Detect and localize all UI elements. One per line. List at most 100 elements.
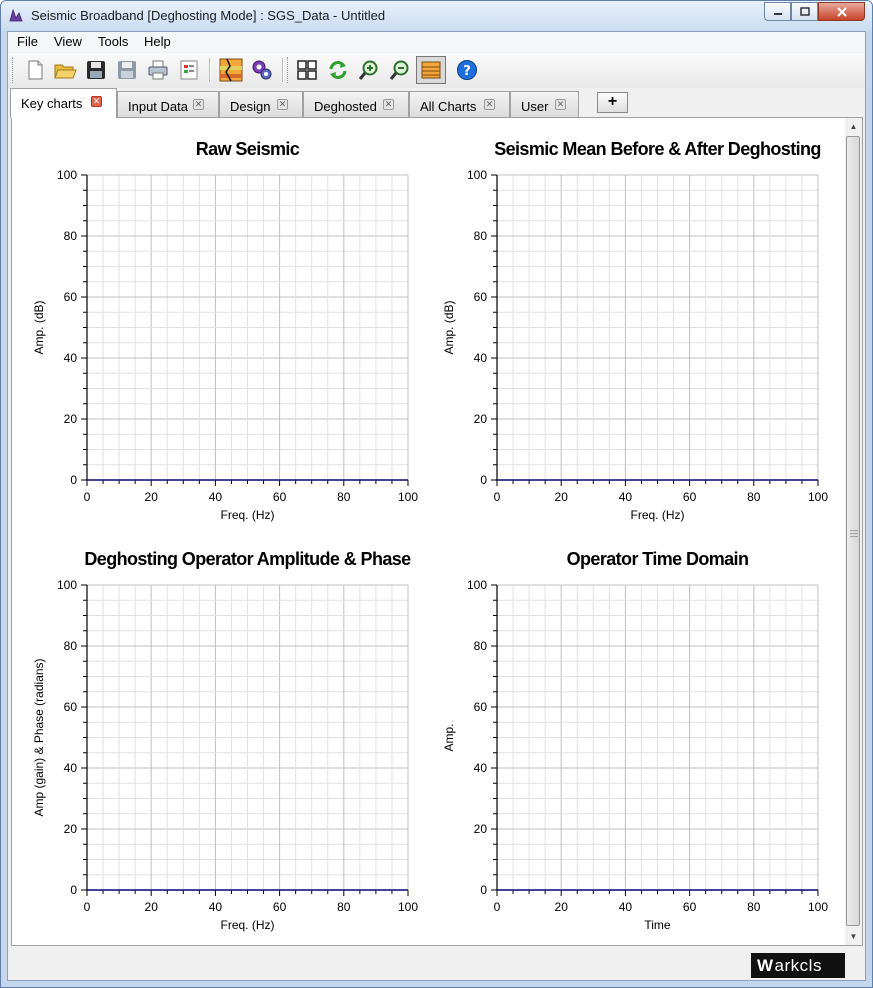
x-tick-label: 60 <box>273 490 287 504</box>
save-button[interactable] <box>83 57 109 83</box>
chart-svg: Deghosting Operator Amplitude & Phase 0 20… <box>32 549 418 932</box>
y-axis-label: Amp (gain) & Phase (radians) <box>32 658 46 816</box>
tab-close-icon[interactable]: ✕ <box>277 99 288 110</box>
print-button[interactable] <box>145 57 171 83</box>
y-axis-label: Amp. (dB) <box>442 300 456 354</box>
x-tick-label: 40 <box>619 490 633 504</box>
minimize-button[interactable] <box>764 2 791 21</box>
toolbar-separator <box>282 58 284 82</box>
save-as-button[interactable] <box>114 57 140 83</box>
tab-all-charts[interactable]: All Charts ✕ <box>409 91 510 117</box>
report-icon <box>180 60 198 80</box>
y-tick-label: 20 <box>474 822 488 836</box>
help-button[interactable]: ? <box>454 57 480 83</box>
zoom-in-icon <box>358 60 378 80</box>
toolbar-grip[interactable] <box>12 57 16 83</box>
y-axis-label: Amp. (dB) <box>32 300 46 354</box>
plus-icon: + <box>607 93 618 110</box>
y-tick-label: 100 <box>467 168 487 182</box>
panel-view-button[interactable] <box>416 56 446 84</box>
y-tick-label: 40 <box>64 351 78 365</box>
tab-close-icon[interactable]: ✕ <box>555 99 566 110</box>
y-tick-label: 80 <box>474 639 488 653</box>
panel-view-icon <box>421 61 441 79</box>
tab-close-icon[interactable]: ✕ <box>91 96 102 107</box>
scroll-thumb[interactable]: ― ― ― <box>846 136 860 926</box>
x-tick-label: 80 <box>747 900 761 914</box>
x-tick-label: 20 <box>555 900 569 914</box>
close-button[interactable] <box>818 2 865 21</box>
seismic-design-icon <box>219 58 243 82</box>
seismic-design-button[interactable] <box>218 57 244 83</box>
grid-layout-button[interactable] <box>294 57 320 83</box>
new-file-button[interactable] <box>22 57 48 83</box>
scroll-up-icon[interactable]: ▲ <box>845 118 862 135</box>
tab-close-icon[interactable]: ✕ <box>193 99 204 110</box>
refresh-button[interactable] <box>325 57 351 83</box>
refresh-icon <box>329 61 347 79</box>
toolbar-grip[interactable] <box>287 57 291 83</box>
tab-key-charts[interactable]: Key charts ✕ <box>10 88 117 118</box>
chart-title: Raw Seismic <box>196 139 300 159</box>
menu-view[interactable]: View <box>54 34 82 49</box>
chart-grid <box>87 175 408 480</box>
chart-title: Operator Time Domain <box>567 549 749 569</box>
y-tick-label: 80 <box>64 639 78 653</box>
close-icon <box>836 6 847 17</box>
tab-input-data[interactable]: Input Data ✕ <box>117 91 219 117</box>
chart-grid <box>497 175 818 480</box>
y-tick-label: 40 <box>474 761 488 775</box>
vertical-scrollbar[interactable]: ▲ ― ― ― ▼ <box>845 118 862 945</box>
tab-label: Design <box>230 99 271 114</box>
x-tick-label: 20 <box>555 490 569 504</box>
zoom-in-button[interactable] <box>356 57 382 83</box>
menu-help[interactable]: Help <box>144 34 171 49</box>
y-tick-label: 60 <box>474 290 488 304</box>
zoom-out-button[interactable] <box>387 57 413 83</box>
open-button[interactable] <box>52 57 78 83</box>
x-tick-label: 60 <box>683 490 697 504</box>
settings-button[interactable] <box>249 57 275 83</box>
status-bar: Warkcls <box>8 946 865 980</box>
y-tick-label: 40 <box>474 351 488 365</box>
chart-grid <box>87 585 408 890</box>
tab-deghosted[interactable]: Deghosted ✕ <box>303 91 409 117</box>
help-icon: ? <box>457 60 477 80</box>
tab-label: Deghosted <box>314 99 377 114</box>
maximize-button[interactable] <box>791 2 818 21</box>
logo-mark: W <box>757 955 774 975</box>
window-title: Seismic Broadband [Deghosting Mode] : SG… <box>31 8 386 23</box>
grid-layout-icon <box>297 60 317 80</box>
x-tick-label: 40 <box>619 900 633 914</box>
menu-file[interactable]: File <box>17 34 38 49</box>
tab-label: Input Data <box>128 99 188 114</box>
tab-design[interactable]: Design ✕ <box>219 91 303 117</box>
x-tick-label: 60 <box>273 900 287 914</box>
scroll-down-icon[interactable]: ▼ <box>845 928 862 945</box>
x-tick-label: 100 <box>398 490 418 504</box>
zoom-out-icon <box>389 60 409 80</box>
x-axis-label: Time <box>644 918 671 932</box>
y-tick-label: 0 <box>480 883 487 897</box>
menu-tools[interactable]: Tools <box>98 34 128 49</box>
tab-user[interactable]: User ✕ <box>510 91 579 117</box>
x-tick-label: 40 <box>209 490 223 504</box>
title-bar[interactable]: Seismic Broadband [Deghosting Mode] : SG… <box>1 1 872 31</box>
add-tab-button[interactable]: + <box>597 92 628 113</box>
tab-close-icon[interactable]: ✕ <box>383 99 394 110</box>
report-button[interactable] <box>176 57 202 83</box>
y-tick-label: 60 <box>474 700 488 714</box>
tab-close-icon[interactable]: ✕ <box>484 99 495 110</box>
y-tick-label: 100 <box>57 578 77 592</box>
chart-grid <box>497 585 818 890</box>
x-tick-label: 80 <box>337 490 351 504</box>
x-tick-label: 0 <box>494 490 501 504</box>
chart-svg: Seismic Mean Before & After Deghosting 0 2… <box>442 139 828 522</box>
y-tick-label: 60 <box>64 290 78 304</box>
chart-title: Seismic Mean Before & After Deghosting <box>494 139 821 159</box>
company-logo: Warkcls <box>751 953 845 978</box>
x-tick-label: 80 <box>337 900 351 914</box>
x-tick-label: 80 <box>747 490 761 504</box>
x-tick-label: 100 <box>398 900 418 914</box>
svg-text:?: ? <box>463 64 471 79</box>
